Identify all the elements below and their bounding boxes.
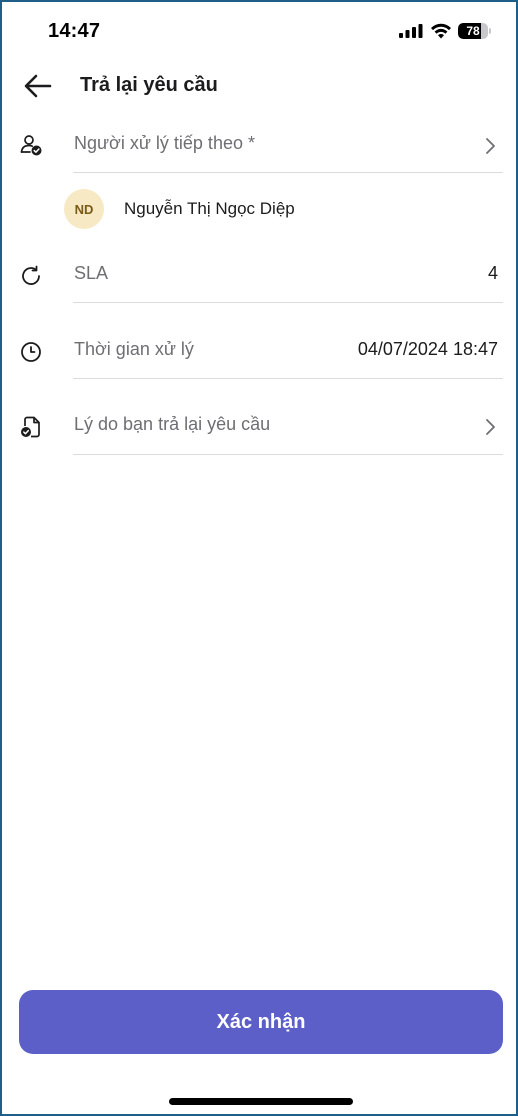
page-title: Trả lại yêu cầu [80, 74, 218, 96]
wifi-icon [431, 23, 451, 39]
chevron-right-icon[interactable] [483, 136, 497, 156]
battery-icon: 78 [458, 23, 491, 39]
next-handler-label: Người xử lý tiếp theo * [74, 133, 255, 153]
reason-label: Lý do bạn trả lại yêu cầu [74, 414, 271, 434]
processing-time-value[interactable]: 04/07/2024 18:47 [358, 339, 498, 360]
home-indicator [169, 1098, 353, 1105]
sla-value: 4 [487, 263, 498, 283]
assignee-name: Nguyễn Thị Ngọc Diệp [124, 199, 295, 218]
clock-icon [21, 342, 41, 362]
status-bar: 14:47 78 [2, 2, 516, 62]
refresh-icon [22, 265, 40, 285]
confirm-button[interactable]: Xác nhận [19, 990, 503, 1054]
avatar: ND [64, 189, 104, 229]
chevron-right-icon[interactable] [483, 417, 497, 437]
cellular-signal-icon [399, 24, 423, 38]
divider [73, 454, 503, 455]
app-screen: 14:47 78 Trả lại yêu cầu Người xử lý tiế… [0, 0, 518, 1116]
back-arrow-icon[interactable] [22, 72, 54, 100]
user-check-icon [20, 135, 42, 156]
sla-label: SLA [74, 263, 109, 283]
divider [73, 172, 503, 173]
divider [73, 378, 503, 379]
processing-time-label: Thời gian xử lý [74, 339, 194, 359]
document-check-icon [21, 416, 40, 438]
status-time: 14:47 [48, 20, 101, 42]
divider [73, 302, 503, 303]
battery-level: 78 [466, 24, 480, 38]
